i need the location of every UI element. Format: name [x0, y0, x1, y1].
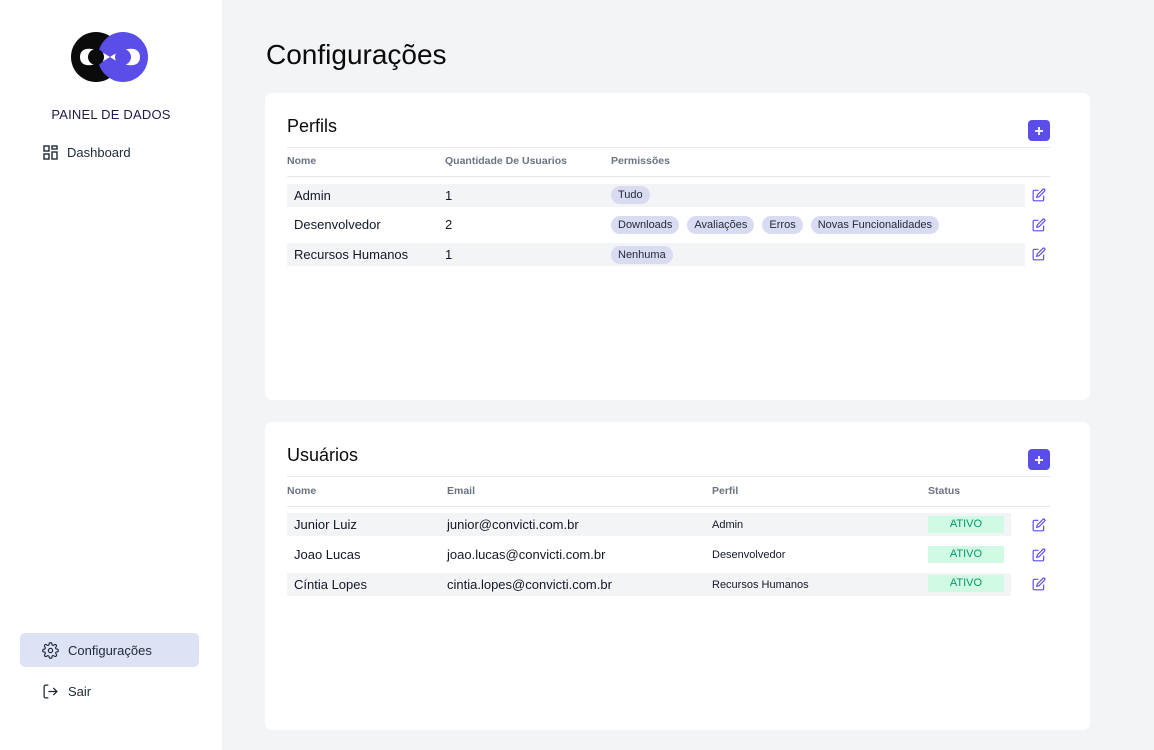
permission-badge: Downloads [611, 216, 680, 234]
permission-list: Downloads Avaliações Erros Novas Funcion… [611, 216, 940, 234]
logout-icon [43, 683, 58, 699]
user-email: cintia.lopes@convicti.com.br [447, 577, 612, 592]
divider [287, 506, 1050, 507]
user-name: Joao Lucas [294, 547, 361, 562]
column-header: Quantidade De Usuarios [445, 155, 567, 167]
page-title: Configurações [266, 39, 447, 70]
status-badge: ATIVO [928, 516, 1004, 533]
permission-badge: Tudo [611, 186, 650, 204]
status-badge: ATIVO [928, 546, 1004, 563]
column-header: Nome [287, 485, 317, 497]
edit-profile-button[interactable] [1031, 217, 1047, 233]
edit-icon [1032, 218, 1046, 232]
profiles-title: Perfils [287, 116, 338, 136]
edit-icon [1032, 518, 1046, 532]
permission-list: Tudo [611, 186, 650, 204]
gear-icon [42, 641, 59, 659]
permission-badge: Novas Funcionalidades [810, 216, 940, 234]
edit-profile-button[interactable] [1031, 187, 1047, 203]
profile-name: Admin [294, 188, 331, 203]
user-name: Cíntia Lopes [294, 577, 367, 592]
grid-icon [43, 144, 58, 160]
edit-icon [1032, 188, 1046, 202]
sidebar-item-label: Dashboard [67, 144, 131, 160]
table-row [287, 513, 1011, 536]
permission-badge: Nenhuma [611, 246, 673, 264]
column-header: Status [928, 485, 961, 497]
permission-list: Nenhuma [611, 246, 673, 264]
logo-icon [71, 32, 148, 82]
profile-name: Recursos Humanos [294, 247, 409, 262]
user-profile: Admin [712, 519, 744, 531]
profile-name: Desenvolvedor [294, 217, 381, 232]
profile-count: 2 [445, 217, 453, 232]
plus-icon [1035, 455, 1043, 464]
edit-user-button[interactable] [1031, 517, 1047, 533]
user-email: joao.lucas@convicti.com.br [447, 547, 606, 562]
sidebar-item-configuracoes[interactable]: Configurações [20, 633, 199, 667]
permission-badge: Avaliações [687, 216, 755, 234]
column-header: Perfil [712, 485, 739, 497]
column-header: Nome [287, 155, 317, 167]
column-header: Permissões [611, 155, 670, 167]
table-row [287, 184, 1025, 207]
user-email: junior@convicti.com.br [447, 517, 579, 532]
sidebar-item-dashboard[interactable]: Dashboard [43, 142, 131, 162]
edit-user-button[interactable] [1031, 547, 1047, 563]
user-name: Junior Luiz [294, 517, 357, 532]
profiles-card: Perfils Nome Quantidade De Usuarios Perm… [265, 93, 1090, 400]
sidebar: PAINEL DE DADOS Dashboard Configurações … [0, 0, 222, 750]
sidebar-item-sair[interactable]: Sair [42, 681, 91, 701]
brand-title: PAINEL DE DADOS [51, 107, 171, 122]
status-badge: ATIVO [928, 575, 1004, 592]
sidebar-item-label: Sair [68, 683, 92, 699]
edit-icon [1032, 577, 1046, 591]
divider [287, 176, 1050, 177]
table-row [287, 573, 1011, 596]
divider [287, 476, 1050, 477]
edit-icon [1032, 247, 1046, 261]
permission-badge: Erros [762, 216, 803, 234]
edit-user-button[interactable] [1031, 576, 1047, 592]
user-profile: Recursos Humanos [712, 579, 809, 591]
profile-count: 1 [445, 247, 453, 262]
edit-profile-button[interactable] [1031, 246, 1047, 262]
users-card: Usuários Nome Email Perfil Status Junior… [265, 422, 1090, 730]
sidebar-item-label: Configurações [68, 642, 152, 658]
plus-icon [1035, 126, 1043, 135]
column-header: Email [447, 485, 476, 497]
profile-count: 1 [445, 188, 453, 203]
user-profile: Desenvolvedor [712, 549, 786, 561]
users-title: Usuários [287, 445, 359, 465]
edit-icon [1032, 548, 1046, 562]
add-profile-button[interactable] [1028, 120, 1050, 141]
divider [287, 147, 1050, 148]
add-user-button[interactable] [1028, 449, 1050, 470]
